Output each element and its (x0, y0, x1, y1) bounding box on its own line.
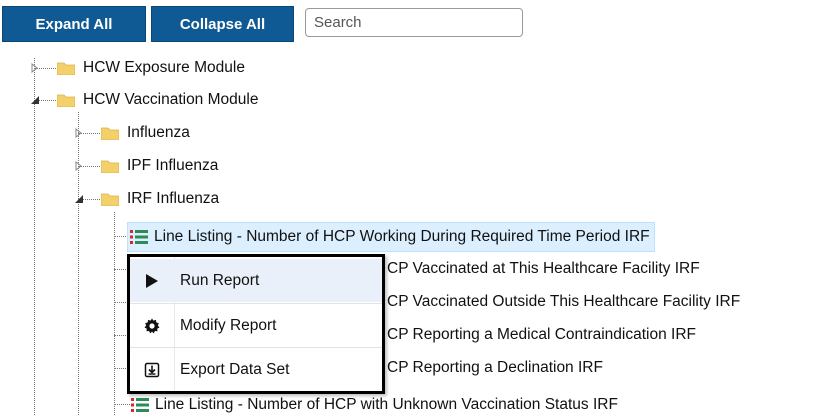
tree-node-hcw-exposure[interactable]: HCW Exposure Module (57, 55, 245, 81)
report-item-working-time-period[interactable]: Line Listing - Number of HCP Working Dur… (127, 222, 655, 252)
report-item-vaccinated-outside[interactable]: CP Vaccinated Outside This Healthcare Fa… (387, 289, 740, 315)
folder-icon (101, 193, 119, 206)
report-label: CP Reporting a Medical Contraindication … (387, 326, 697, 343)
report-item-declination[interactable]: CP Reporting a Declination IRF (387, 355, 603, 381)
tree-node-label: HCW Vaccination Module (83, 91, 259, 108)
report-list-icon (131, 398, 149, 412)
tree-node-hcw-vaccination[interactable]: HCW Vaccination Module (57, 87, 258, 113)
report-label: CP Vaccinated Outside This Healthcare Fa… (387, 293, 741, 310)
report-item-medical-contraindication[interactable]: CP Reporting a Medical Contraindication … (387, 322, 696, 348)
tree-node-influenza[interactable]: Influenza (101, 120, 190, 146)
tree-connector (78, 112, 79, 415)
folder-icon (101, 127, 119, 140)
folder-icon (101, 160, 119, 173)
report-item-vaccinated-facility[interactable]: CP Vaccinated at This Healthcare Facilit… (387, 256, 700, 282)
report-label: CP Reporting a Declination IRF (387, 359, 603, 376)
report-label: Line Listing - Number of HCP Working Dur… (154, 228, 650, 245)
report-label: Line Listing - Number of HCP with Unknow… (155, 396, 618, 413)
tree-node-label: HCW Exposure Module (83, 59, 245, 76)
folder-icon (57, 62, 75, 75)
modify-report-menu-item[interactable]: Modify Report (130, 304, 382, 347)
tree-node-label: IPF Influenza (127, 157, 219, 174)
menu-item-label: Modify Report (180, 316, 277, 334)
gear-icon (138, 316, 166, 336)
tree-node-label: IRF Influenza (127, 190, 220, 207)
context-menu: Run Report Modify Report Export Data Set (127, 254, 385, 394)
run-report-menu-item[interactable]: Run Report (130, 259, 382, 302)
folder-icon (57, 94, 75, 107)
tree-node-label: Influenza (127, 124, 190, 141)
tree-node-irf-influenza[interactable]: IRF Influenza (101, 186, 219, 212)
tree-node-ipf-influenza[interactable]: IPF Influenza (101, 153, 218, 179)
export-data-set-menu-item[interactable]: Export Data Set (130, 348, 382, 391)
export-icon (138, 360, 166, 380)
collapse-arrow-icon[interactable] (74, 194, 84, 204)
report-list-icon (130, 230, 148, 244)
expand-arrow-icon[interactable] (30, 63, 40, 73)
expand-arrow-icon[interactable] (74, 161, 84, 171)
menu-item-label: Export Data Set (180, 360, 290, 378)
report-label: CP Vaccinated at This Healthcare Facilit… (387, 260, 700, 277)
report-tree: HCW Exposure Module HCW Vaccination Modu… (0, 0, 825, 415)
tree-connector (34, 58, 35, 415)
tree-connector (114, 404, 130, 405)
expand-arrow-icon[interactable] (74, 128, 84, 138)
menu-item-label: Run Report (180, 271, 260, 289)
collapse-arrow-icon[interactable] (30, 95, 40, 105)
tree-connector (114, 212, 115, 415)
report-item-unknown-status[interactable]: Line Listing - Number of HCP with Unknow… (131, 392, 618, 418)
play-icon (138, 271, 166, 291)
